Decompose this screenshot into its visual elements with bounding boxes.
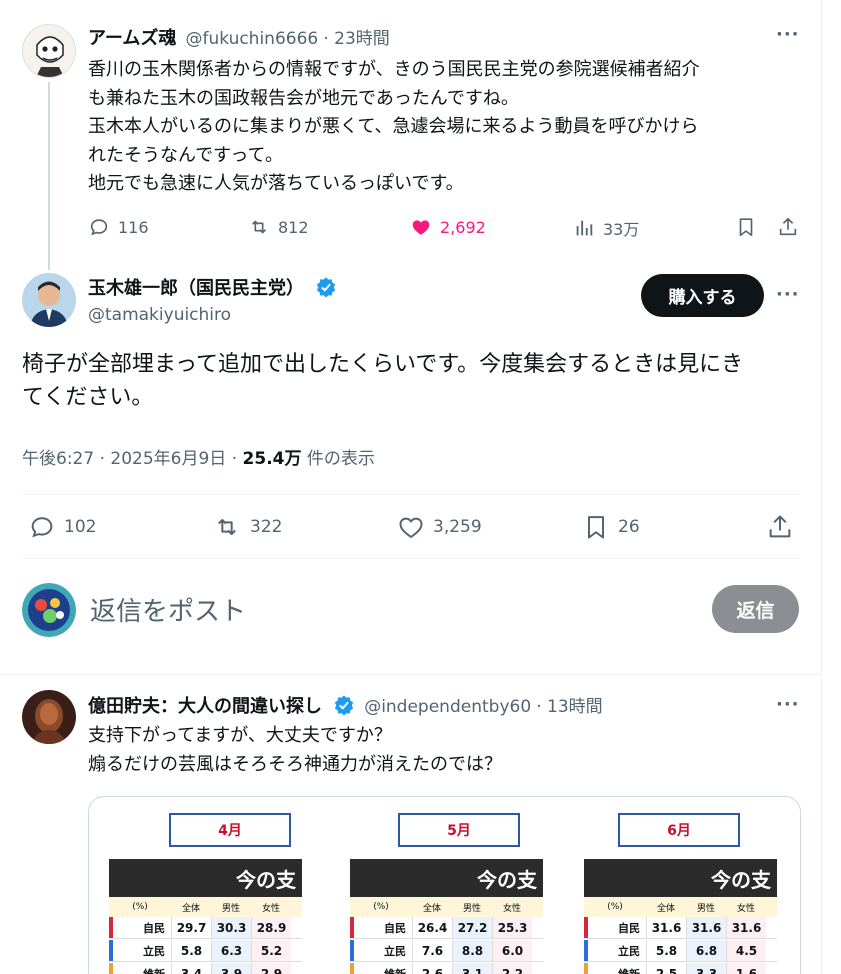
repost-action[interactable]: 812 bbox=[248, 216, 309, 238]
buy-button[interactable]: 購入する bbox=[641, 274, 764, 317]
reply-count: 116 bbox=[118, 217, 149, 237]
divider bbox=[0, 674, 822, 675]
divider bbox=[22, 558, 800, 559]
table-row: 維新 2.5 3.3 1.6 bbox=[584, 963, 777, 974]
author-handle[interactable]: @independentby60 bbox=[364, 697, 531, 717]
views-action[interactable]: 33万 bbox=[573, 216, 639, 240]
bookmark-count: 26 bbox=[618, 517, 640, 537]
table-header: 今の支 bbox=[109, 859, 302, 897]
views-label: 件の表示 bbox=[306, 449, 375, 469]
reply-button[interactable]: 返信 bbox=[712, 585, 799, 633]
repost-count: 322 bbox=[250, 517, 283, 537]
bookmark-action[interactable]: 26 bbox=[582, 513, 640, 541]
bookmark-icon bbox=[739, 218, 753, 237]
more-options-icon[interactable]: ··· bbox=[776, 694, 800, 715]
like-action[interactable]: 2,692 bbox=[410, 216, 486, 238]
more-options-icon[interactable]: ··· bbox=[776, 284, 800, 305]
tweet-time[interactable]: 23時間 bbox=[334, 29, 390, 49]
repost-action[interactable]: 322 bbox=[212, 513, 282, 541]
table-subheader: (%) 全体 男性 女性 bbox=[350, 897, 543, 917]
verified-badge-icon bbox=[334, 695, 354, 716]
timeline-column: アームズ魂 @fukuchin6666 · 23時間 ··· 香川の玉木関係者か… bbox=[0, 0, 822, 974]
avatar[interactable] bbox=[22, 690, 76, 744]
media-image[interactable]: 4月 今の支 (%) 全体 男性 女性 自民 29.7 30.3 28.9 立民… bbox=[88, 796, 801, 974]
author-name[interactable]: 億田貯夫：大人の間違い探し bbox=[88, 696, 322, 717]
share-icon bbox=[769, 515, 791, 538]
avatar[interactable] bbox=[22, 583, 76, 637]
tweet-text: 香川の玉木関係者からの情報ですが、きのう国民民主党の参院選候補者紹介 も兼ねた玉… bbox=[88, 59, 700, 194]
share-button[interactable] bbox=[777, 216, 799, 238]
divider bbox=[22, 494, 800, 495]
table-header: 今の支 bbox=[350, 859, 543, 897]
heart-filled-icon bbox=[412, 220, 430, 235]
repost-icon bbox=[218, 519, 236, 535]
views-count: 25.4万 bbox=[242, 449, 302, 469]
month-label: 6月 bbox=[618, 813, 740, 847]
repost-icon bbox=[251, 220, 267, 234]
avatar[interactable] bbox=[22, 24, 76, 78]
bookmark-icon bbox=[588, 516, 604, 539]
reply-icon bbox=[90, 219, 108, 236]
heart-icon bbox=[399, 517, 423, 539]
reply-count: 102 bbox=[64, 517, 97, 537]
views-count: 33万 bbox=[603, 220, 640, 239]
verified-badge-icon bbox=[316, 277, 336, 298]
tweet-meta: 午後6:27 · 2025年6月9日 · 25.4万 件の表示 bbox=[22, 449, 375, 469]
tweet-time[interactable]: 午後6:27 bbox=[22, 449, 94, 469]
tweet-text: 支持下がってますが、大丈夫ですか？ 煽るだけの芸風はそろそろ神通力が消えたのでは… bbox=[88, 725, 502, 775]
tweet-header: アームズ魂 @fukuchin6666 · 23時間 bbox=[88, 28, 390, 49]
author-handle[interactable]: @fukuchin6666 bbox=[185, 29, 318, 49]
table-row: 自民 29.7 30.3 28.9 bbox=[109, 917, 302, 939]
tweet-date[interactable]: 2025年6月9日 bbox=[110, 449, 226, 469]
bookmark-button[interactable] bbox=[735, 216, 757, 238]
table-row: 立民 5.8 6.3 5.2 bbox=[109, 940, 302, 962]
table-row: 維新 2.6 3.1 2.2 bbox=[350, 963, 543, 974]
share-button[interactable] bbox=[766, 513, 794, 541]
poll-table: 今の支 (%) 全体 男性 女性 自民 31.6 31.6 31.6 立民 5.… bbox=[584, 859, 777, 974]
author-name[interactable]: 玉木雄一郎（国民民主党） bbox=[88, 278, 304, 299]
tweet-time[interactable]: 13時間 bbox=[547, 697, 603, 717]
table-row: 自民 26.4 27.2 25.3 bbox=[350, 917, 543, 939]
month-label: 4月 bbox=[169, 813, 291, 847]
like-count: 3,259 bbox=[433, 517, 482, 537]
poll-table: 今の支 (%) 全体 男性 女性 自民 26.4 27.2 25.3 立民 7.… bbox=[350, 859, 543, 974]
table-row: 維新 3.4 3.9 2.9 bbox=[109, 963, 302, 974]
reply-icon bbox=[31, 517, 53, 538]
reply-action[interactable]: 116 bbox=[88, 216, 149, 238]
table-row: 自民 31.6 31.6 31.6 bbox=[584, 917, 777, 939]
month-label: 5月 bbox=[398, 813, 520, 847]
table-subheader: (%) 全体 男性 女性 bbox=[109, 897, 302, 917]
share-icon bbox=[779, 217, 797, 236]
table-row: 立民 7.6 8.8 6.0 bbox=[350, 940, 543, 962]
repost-count: 812 bbox=[278, 217, 309, 237]
more-options-icon[interactable]: ··· bbox=[776, 24, 800, 45]
tweet-text: 椅子が全部埋まって追加で出したくらいです。今度集会するときは見にき てください。 bbox=[22, 352, 744, 410]
table-row: 立民 5.8 6.8 4.5 bbox=[584, 940, 777, 962]
thread-line bbox=[48, 82, 50, 270]
views-icon bbox=[576, 220, 593, 236]
like-count: 2,692 bbox=[440, 217, 486, 237]
poll-table: 今の支 (%) 全体 男性 女性 自民 29.7 30.3 28.9 立民 5.… bbox=[109, 859, 302, 974]
tweet-header: 億田貯夫：大人の間違い探し @independentby60 · 13時間 bbox=[88, 695, 603, 717]
reply-input[interactable]: 返信をポスト bbox=[90, 591, 246, 628]
table-header: 今の支 bbox=[584, 859, 777, 897]
like-action[interactable]: 3,259 bbox=[397, 513, 482, 541]
table-subheader: (%) 全体 男性 女性 bbox=[584, 897, 777, 917]
avatar[interactable] bbox=[22, 273, 76, 327]
author-handle[interactable]: @tamakiyuichiro bbox=[88, 305, 231, 325]
author-name[interactable]: アームズ魂 bbox=[88, 28, 176, 49]
reply-action[interactable]: 102 bbox=[28, 513, 96, 541]
author-name-row: 玉木雄一郎（国民民主党） bbox=[88, 274, 337, 300]
